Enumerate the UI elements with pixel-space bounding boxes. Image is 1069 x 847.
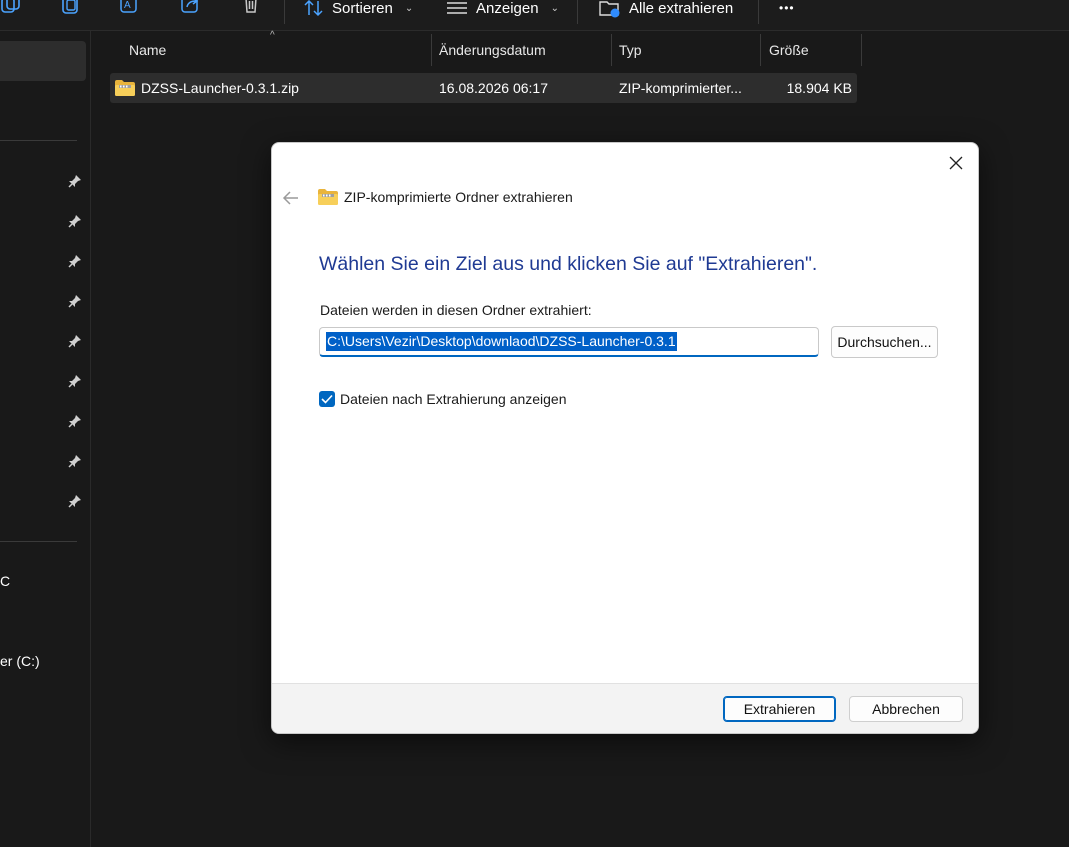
extract-all-label: Alle extrahieren <box>629 0 734 17</box>
column-divider[interactable] <box>861 34 862 66</box>
show-files-checkbox[interactable] <box>319 391 335 407</box>
copy-icon[interactable] <box>0 0 22 16</box>
column-divider[interactable] <box>760 34 761 66</box>
toolbar-divider <box>577 0 578 24</box>
view-button[interactable]: Anzeigen ⌄ <box>446 0 559 20</box>
sidebar-item-local-disk[interactable]: er (C:) <box>0 653 40 669</box>
column-header-date[interactable]: Änderungsdatum <box>439 34 546 66</box>
view-icon <box>447 2 467 14</box>
extract-button[interactable]: Extrahieren <box>723 696 836 722</box>
column-header-size[interactable]: Größe <box>769 34 809 66</box>
column-divider[interactable] <box>611 34 612 66</box>
pin-icon <box>68 215 81 228</box>
close-icon <box>949 156 963 170</box>
sidebar-divider <box>0 541 77 542</box>
close-button[interactable] <box>946 153 966 173</box>
column-header-name[interactable]: Name <box>129 34 166 66</box>
column-header-type[interactable]: Typ <box>619 34 642 66</box>
file-size: 18.904 KB <box>786 80 852 96</box>
browse-button[interactable]: Durchsuchen... <box>831 326 938 358</box>
extract-folder-icon <box>599 1 620 18</box>
dialog-footer: Extrahieren Abbrechen <box>272 683 978 733</box>
pin-icon <box>68 175 81 188</box>
delete-icon[interactable] <box>240 0 262 16</box>
sort-ascending-icon: ^ <box>270 30 275 41</box>
sidebar-item-this-pc[interactable]: C <box>0 573 10 589</box>
pin-icon <box>68 495 81 508</box>
more-options-button[interactable]: ••• <box>779 0 795 20</box>
destination-path-input[interactable] <box>319 327 819 357</box>
chevron-down-icon: ⌄ <box>550 2 559 14</box>
pin-icon <box>68 335 81 348</box>
sort-button[interactable]: Sortieren ⌄ <box>304 0 413 20</box>
dialog-title: ZIP-komprimierte Ordner extrahieren <box>344 189 573 205</box>
zip-folder-icon <box>318 189 338 205</box>
share-icon[interactable] <box>180 0 202 16</box>
sidebar-selected-item[interactable] <box>0 41 86 81</box>
extract-all-button[interactable]: Alle extrahieren <box>599 0 733 20</box>
column-divider[interactable] <box>431 34 432 66</box>
svg-text:A: A <box>124 0 131 11</box>
rename-icon[interactable]: A <box>119 0 141 16</box>
cancel-button[interactable]: Abbrechen <box>849 696 963 722</box>
more-icon: ••• <box>779 1 795 15</box>
pin-icon <box>68 375 81 388</box>
navigation-pane: C er (C:) <box>0 31 91 847</box>
sort-icon <box>304 0 323 17</box>
show-files-label[interactable]: Dateien nach Extrahierung anzeigen <box>340 391 567 407</box>
view-label: Anzeigen <box>476 0 539 17</box>
toolbar-divider <box>284 0 285 24</box>
pin-icon <box>68 415 81 428</box>
file-name: DZSS-Launcher-0.3.1.zip <box>141 80 299 96</box>
chevron-down-icon: ⌄ <box>404 2 414 14</box>
command-bar: A Sortieren ⌄ Anzeigen ⌄ Alle extrahiere… <box>0 0 1069 31</box>
sidebar-divider <box>0 140 77 141</box>
dialog-heading: Wählen Sie ein Ziel aus und klicken Sie … <box>319 253 818 275</box>
back-arrow-icon[interactable] <box>280 187 302 209</box>
paste-icon[interactable] <box>60 0 82 16</box>
toolbar-divider <box>758 0 759 24</box>
file-row[interactable]: DZSS-Launcher-0.3.1.zip 16.08.2026 06:17… <box>110 73 857 103</box>
zip-folder-icon <box>115 80 135 96</box>
destination-label: Dateien werden in diesen Ordner extrahie… <box>320 302 592 318</box>
file-type: ZIP-komprimierter... <box>619 80 742 96</box>
pin-icon <box>68 255 81 268</box>
checkmark-icon <box>321 394 333 404</box>
file-date: 16.08.2026 06:17 <box>439 80 548 96</box>
pin-icon <box>68 295 81 308</box>
sort-label: Sortieren <box>332 0 393 17</box>
extract-dialog: ZIP-komprimierte Ordner extrahieren Wähl… <box>271 142 979 734</box>
pin-icon <box>68 455 81 468</box>
